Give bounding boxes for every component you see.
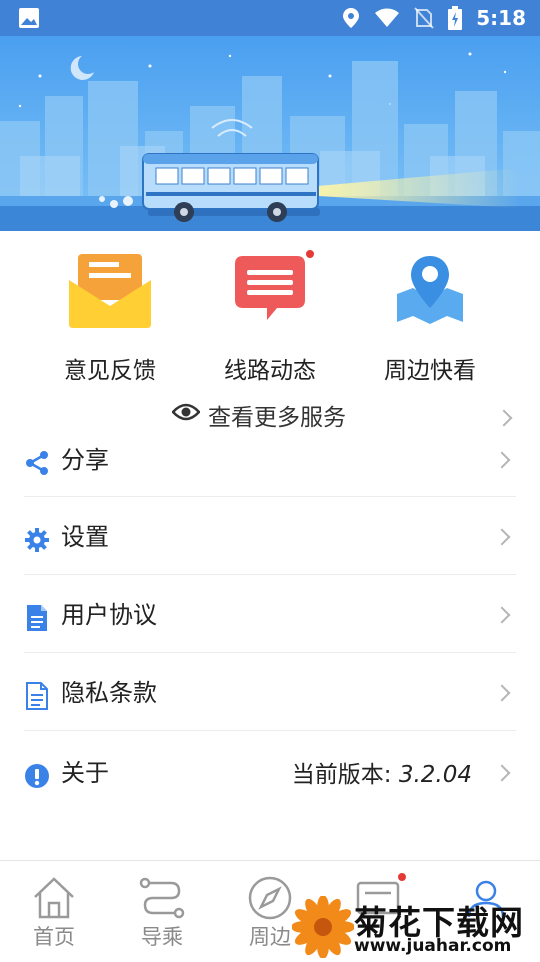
tab-guide[interactable]: 导乘 [108,861,216,961]
document-outline-icon [24,682,50,710]
tab-home[interactable]: 首页 [0,861,108,961]
service-route-updates[interactable]: 线路动态 [200,248,340,384]
menu-label: 用户协议 [61,601,157,629]
more-services-label: 查看更多服务 [208,405,346,431]
watermark-url: www.juahar.com [354,936,512,956]
menu-label: 设置 [61,523,109,551]
status-bar: 5:18 [0,0,540,36]
chevron-right-icon [493,764,511,782]
tab-label: 导乘 [141,925,183,949]
info-icon [24,763,50,789]
tab-label: 首页 [33,925,75,949]
menu-label: 隐私条款 [61,679,157,707]
no-sim-icon [414,7,434,29]
image-icon [18,7,40,29]
watermark: 菊花下载网 www.juahar.com [291,892,540,962]
envelope-icon [40,250,180,334]
message-icon [225,248,316,334]
version-number: 3.2.04 [398,762,472,788]
document-icon [24,604,50,631]
banner-illustration [0,36,540,231]
location-icon [342,7,360,29]
menu-item-settings[interactable]: 设置 [24,497,516,575]
notification-badge [396,871,408,883]
menu-label: 关于 [61,759,109,787]
chevron-right-icon [493,684,511,702]
menu-item-share[interactable]: 分享 [24,438,516,497]
service-label: 周边快看 [384,358,476,384]
menu-item-user-agreement[interactable]: 用户协议 [24,575,516,653]
chevron-right-icon [493,528,511,546]
eye-icon [171,402,201,428]
menu-item-privacy[interactable]: 隐私条款 [24,653,516,731]
settings-menu: 分享 设置 用户协议 隐私条款 关于 当前版本: 3.2.04 [0,438,540,809]
menu-label: 分享 [61,446,109,474]
notification-badge [304,248,316,260]
service-label: 线路动态 [224,358,316,384]
flower-logo-icon [291,895,355,962]
service-label: 意见反馈 [64,358,156,384]
share-icon [24,450,50,476]
clock: 5:18 [476,6,526,30]
version-info: 当前版本: 3.2.04 [292,755,472,789]
chevron-right-icon [493,451,511,469]
battery-icon [448,6,463,30]
chevron-right-icon [493,606,511,624]
service-shortcuts: 意见反馈 线路动态 周边快看 [0,232,540,384]
service-nearby[interactable]: 周边快看 [360,250,500,384]
menu-item-about[interactable]: 关于 当前版本: 3.2.04 [24,731,516,809]
gear-icon [24,527,50,553]
map-pin-icon [360,250,500,334]
wifi-icon [374,8,400,28]
chevron-right-icon [495,409,513,427]
more-services-row[interactable]: 查看更多服务 [0,394,540,438]
service-feedback[interactable]: 意见反馈 [40,250,180,384]
version-prefix: 当前版本: [291,762,399,788]
